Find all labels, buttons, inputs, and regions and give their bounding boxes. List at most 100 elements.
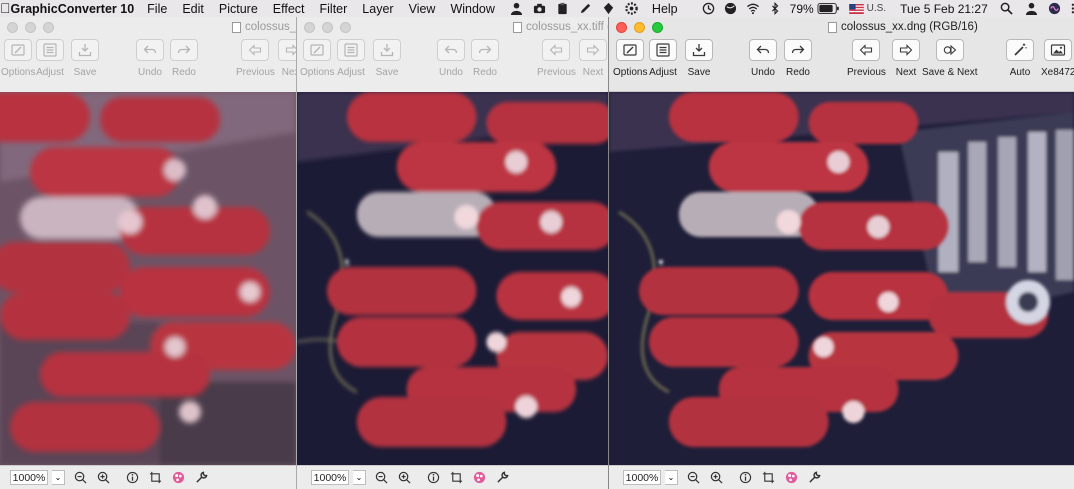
zoom-button[interactable] <box>652 21 663 33</box>
zoom-in-icon[interactable] <box>397 470 412 485</box>
wrench-icon[interactable] <box>807 470 822 485</box>
pen-status-icon[interactable] <box>579 2 592 16</box>
save-button[interactable]: Save <box>71 39 99 78</box>
menu-picture[interactable]: Picture <box>219 2 258 16</box>
globe-status-icon[interactable] <box>724 2 737 16</box>
undo-button[interactable]: Undo <box>437 39 465 78</box>
gear-status-icon[interactable] <box>625 2 638 16</box>
window-title-bar[interactable]: colossus_xx.dng (RGB/16) <box>609 17 1074 37</box>
options-button[interactable]: Options <box>613 39 647 78</box>
window-title-bar[interactable]: colossus_xx.jpg <box>0 17 296 37</box>
close-button[interactable] <box>616 21 627 33</box>
info-icon[interactable] <box>738 470 753 485</box>
zoom-in-icon[interactable] <box>96 470 111 485</box>
previous-button[interactable]: Previous <box>537 39 576 78</box>
wifi-icon[interactable] <box>746 2 760 16</box>
color-palette-icon[interactable] <box>472 470 487 485</box>
apple-menu-icon[interactable]:  <box>0 0 11 17</box>
redo-icon <box>471 39 499 61</box>
camera-status-icon[interactable] <box>533 2 546 16</box>
previous-button[interactable]: Previous <box>236 39 275 78</box>
zoom-dropdown[interactable]: ⌄ <box>353 470 366 485</box>
menu-view[interactable]: View <box>409 2 436 16</box>
zoom-dropdown[interactable]: ⌄ <box>665 470 678 485</box>
window-controls <box>616 21 663 33</box>
menu-file[interactable]: File <box>147 2 167 16</box>
image-canvas[interactable] <box>0 92 296 465</box>
wrench-icon[interactable] <box>194 470 209 485</box>
xe8472-button[interactable]: Xe8472 <box>1041 39 1074 78</box>
user-status-icon[interactable] <box>510 2 523 16</box>
siri-icon[interactable] <box>1048 2 1061 16</box>
redo-button[interactable]: Redo <box>784 39 812 78</box>
bluetooth-icon[interactable] <box>769 2 781 16</box>
zoom-level-field[interactable]: 1000% <box>311 470 349 485</box>
info-icon[interactable] <box>125 470 140 485</box>
menu-edit[interactable]: Edit <box>182 2 204 16</box>
undo-button[interactable]: Undo <box>136 39 164 78</box>
window-title-bar[interactable]: colossus_xx.tiff (R <box>297 17 608 37</box>
clipboard-status-icon[interactable] <box>556 2 569 16</box>
color-palette-icon[interactable] <box>784 470 799 485</box>
adjust-button[interactable]: Adjust <box>337 39 365 78</box>
spotlight-search-icon[interactable] <box>1000 2 1013 16</box>
zoom-button[interactable] <box>43 21 54 33</box>
minimize-button[interactable] <box>322 21 333 33</box>
next-button[interactable]: Next <box>278 39 296 78</box>
color-palette-icon[interactable] <box>171 470 186 485</box>
window-controls <box>7 21 54 33</box>
minimize-button[interactable] <box>25 21 36 33</box>
options-button[interactable]: Options <box>300 39 334 78</box>
adjust-button[interactable]: Adjust <box>36 39 64 78</box>
adjust-icon <box>337 39 365 61</box>
previous-button[interactable]: Previous <box>847 39 886 78</box>
chevron-down-icon: ⌄ <box>667 473 675 482</box>
chevron-down-icon: ⌄ <box>355 473 363 482</box>
window-title: colossus_xx.tiff (R <box>526 21 608 33</box>
crop-icon[interactable] <box>761 470 776 485</box>
save-and-next-button[interactable]: Save & Next <box>922 39 978 78</box>
next-button[interactable]: Next <box>579 39 607 78</box>
crop-icon[interactable] <box>148 470 163 485</box>
undo-button[interactable]: Undo <box>749 39 777 78</box>
zoom-out-icon[interactable] <box>686 470 701 485</box>
user-account-icon[interactable] <box>1025 2 1038 16</box>
redo-button[interactable]: Redo <box>170 39 198 78</box>
zoom-out-icon[interactable] <box>374 470 389 485</box>
input-source-label[interactable]: U.S. <box>867 3 886 14</box>
close-button[interactable] <box>304 21 315 33</box>
save-button[interactable]: Save <box>373 39 401 78</box>
menu-layer[interactable]: Layer <box>362 2 393 16</box>
auto-button[interactable]: Auto <box>1006 39 1034 78</box>
image-canvas[interactable] <box>297 92 608 465</box>
us-flag-icon[interactable] <box>848 2 864 16</box>
crop-icon[interactable] <box>449 470 464 485</box>
options-button[interactable]: Options <box>1 39 35 78</box>
close-button[interactable] <box>7 21 18 33</box>
zoom-dropdown[interactable]: ⌄ <box>52 470 65 485</box>
dropbox-status-icon[interactable] <box>602 2 615 16</box>
menu-window[interactable]: Window <box>450 2 494 16</box>
next-button[interactable]: Next <box>892 39 920 78</box>
battery-icon[interactable] <box>817 2 840 16</box>
zoom-out-icon[interactable] <box>73 470 88 485</box>
menu-filter[interactable]: Filter <box>320 2 348 16</box>
save-button[interactable]: Save <box>685 39 713 78</box>
redo-button[interactable]: Redo <box>471 39 499 78</box>
menu-effect[interactable]: Effect <box>273 2 305 16</box>
zoom-button[interactable] <box>340 21 351 33</box>
info-icon[interactable] <box>426 470 441 485</box>
zoom-level-field[interactable]: 1000% <box>623 470 661 485</box>
app-menu[interactable]: GraphicConverter 10 <box>11 2 135 16</box>
undo-icon <box>437 39 465 61</box>
undo-icon <box>749 39 777 61</box>
menu-help[interactable]: Help <box>652 2 678 16</box>
time-machine-icon[interactable] <box>702 2 715 16</box>
wrench-icon[interactable] <box>495 470 510 485</box>
adjust-button[interactable]: Adjust <box>649 39 677 78</box>
clock[interactable]: Tue 5 Feb 21:27 <box>900 2 988 16</box>
minimize-button[interactable] <box>634 21 645 33</box>
image-canvas[interactable] <box>609 92 1074 465</box>
zoom-level-field[interactable]: 1000% <box>10 470 48 485</box>
zoom-in-icon[interactable] <box>709 470 724 485</box>
